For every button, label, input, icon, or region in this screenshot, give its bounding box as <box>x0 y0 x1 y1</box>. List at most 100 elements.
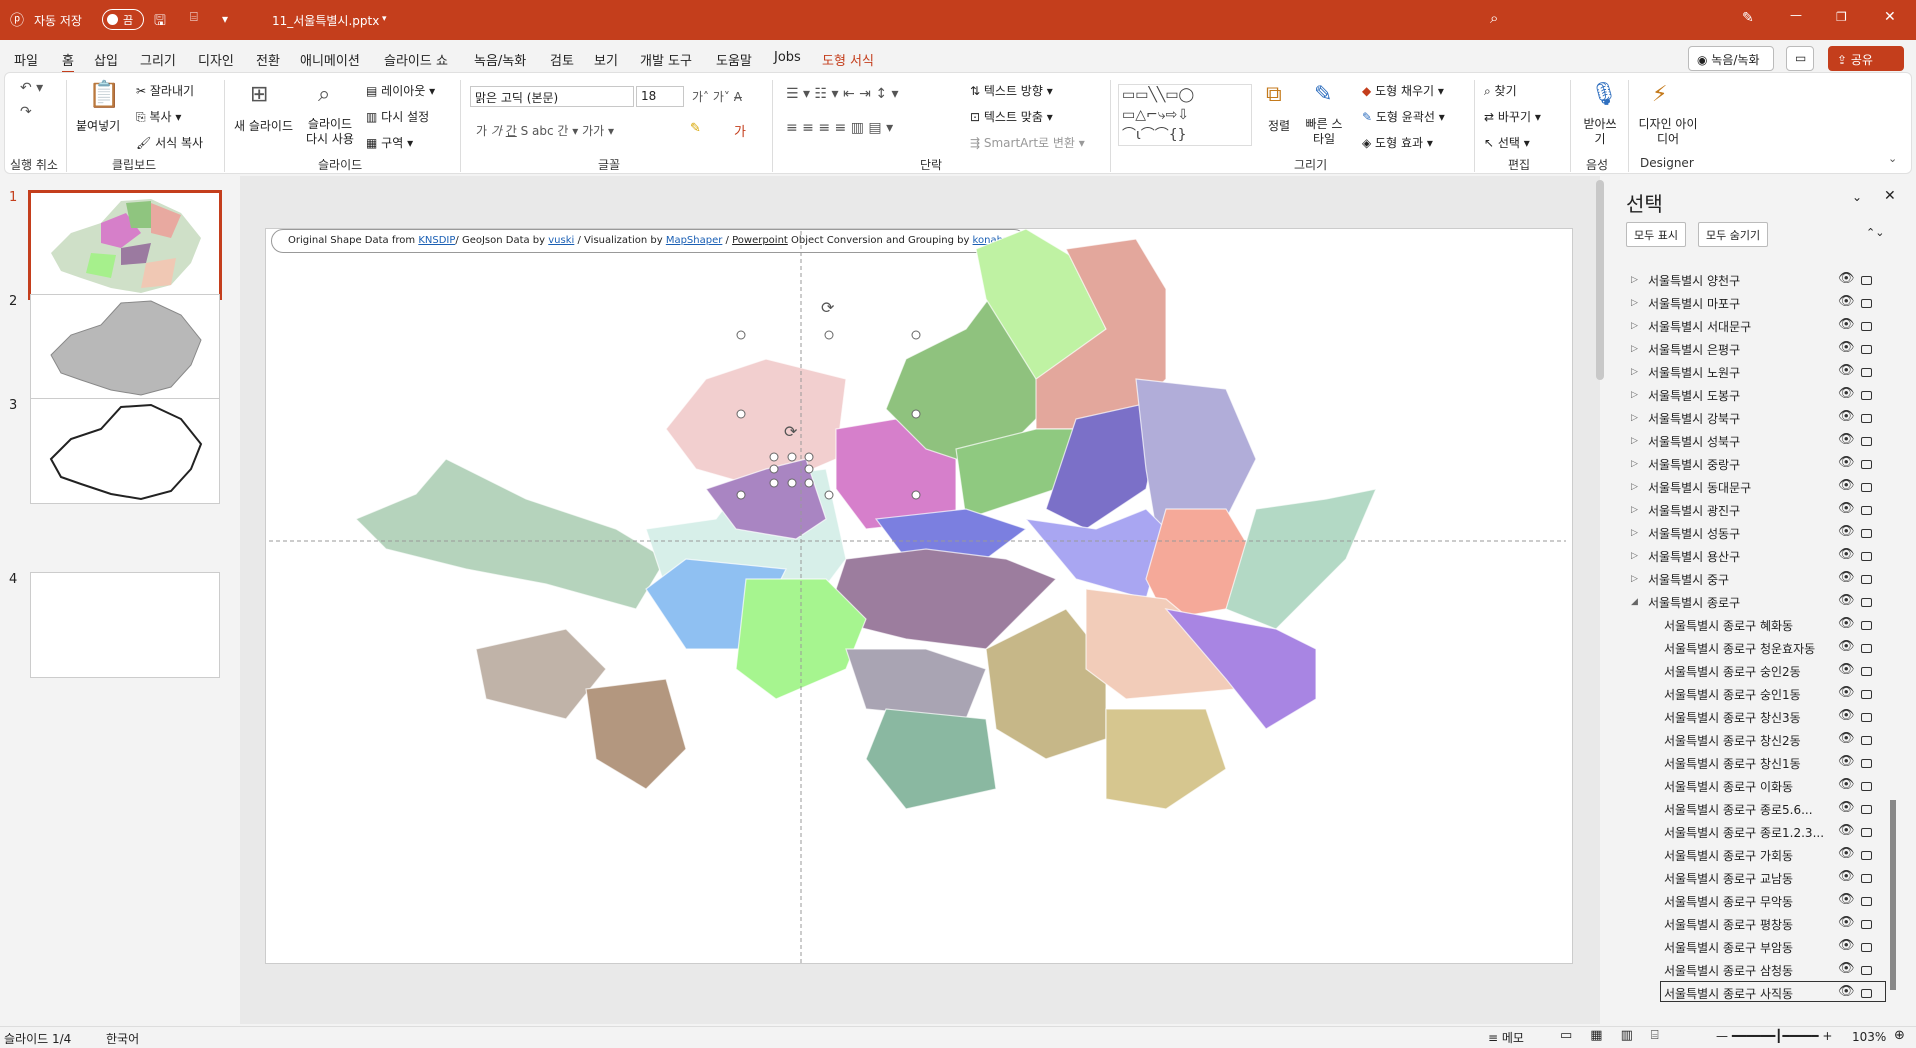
selection-item[interactable]: 서울특별시 양천구 <box>1648 272 1740 289</box>
format-painter-button[interactable]: 🖌 서식 복사 <box>136 134 203 151</box>
slide-thumbnail[interactable] <box>30 572 220 678</box>
tab-view[interactable]: 보기 <box>594 50 618 69</box>
visibility-eye-icon[interactable]: 👁 <box>1838 616 1855 631</box>
section-button[interactable]: ▦ 구역 ▾ <box>366 134 413 151</box>
reuse-slide-button[interactable]: 슬라이드 다시 사용 <box>304 117 356 147</box>
selection-item[interactable]: 서울특별시 중랑구 <box>1648 456 1740 473</box>
quick-styles-button[interactable]: 빠른 스타일 <box>1302 117 1346 147</box>
comments-button[interactable]: ▭ <box>1786 46 1814 71</box>
slide[interactable]: Original Shape Data from KNSDIP/ GeoJson… <box>265 228 1573 964</box>
lock-icon[interactable] <box>1861 782 1872 791</box>
show-all-button[interactable]: 모두 표시 <box>1626 222 1686 247</box>
new-slide-button[interactable]: 새 슬라이드 <box>234 117 293 134</box>
paste-button[interactable]: 붙여넣기 <box>76 117 120 134</box>
visibility-eye-icon[interactable]: 👁 <box>1838 639 1855 654</box>
selection-child-item[interactable]: 서울특별시 종로구 무악동 <box>1664 893 1793 910</box>
design-ideas-icon[interactable]: ⚡ <box>1652 82 1667 107</box>
smartart-button[interactable]: ⇶ SmartArt로 변환 ▾ <box>970 134 1085 151</box>
selection-child-item[interactable]: 서울특별시 종로구 삼청동 <box>1664 962 1793 979</box>
highlight-icon[interactable]: ✎ <box>690 121 701 136</box>
expand-toggle-icon[interactable]: ▷ <box>1631 459 1638 469</box>
lock-icon[interactable] <box>1861 966 1872 975</box>
autosave-toggle[interactable]: 끔 <box>102 9 144 30</box>
lock-icon[interactable] <box>1861 736 1872 745</box>
selection-item[interactable]: 서울특별시 강북구 <box>1648 410 1740 427</box>
expand-toggle-icon[interactable]: ▷ <box>1631 298 1638 308</box>
visibility-eye-icon[interactable]: 👁 <box>1838 708 1855 723</box>
selection-item[interactable]: 서울특별시 중구 <box>1648 571 1729 588</box>
selection-item[interactable]: 서울특별시 노원구 <box>1648 364 1740 381</box>
close-icon[interactable]: ✕ <box>1884 9 1896 25</box>
tab-shape-format[interactable]: 도형 서식 <box>822 50 874 69</box>
font-name-select[interactable]: 맑은 고딕 (본문) <box>470 86 634 107</box>
expand-toggle-icon[interactable]: ▷ <box>1631 275 1638 285</box>
tab-home[interactable]: 홈 <box>62 50 74 74</box>
visibility-eye-icon[interactable]: 👁 <box>1838 823 1855 838</box>
lock-icon[interactable] <box>1861 299 1872 308</box>
selection-item[interactable]: 서울특별시 서대문구 <box>1648 318 1751 335</box>
selection-child-item[interactable]: 서울특별시 종로구 부암동 <box>1664 939 1793 956</box>
expand-toggle-icon[interactable]: ◢ <box>1631 597 1638 607</box>
expand-toggle-icon[interactable]: ▷ <box>1631 390 1638 400</box>
visibility-eye-icon[interactable]: 👁 <box>1838 547 1855 562</box>
find-button[interactable]: ⌕ 찾기 <box>1484 82 1517 99</box>
visibility-eye-icon[interactable]: 👁 <box>1838 915 1855 930</box>
lock-icon[interactable] <box>1861 345 1872 354</box>
microphone-icon[interactable]: 🎙 <box>1590 82 1618 107</box>
visibility-eye-icon[interactable]: 👁 <box>1838 938 1855 953</box>
visibility-eye-icon[interactable]: 👁 <box>1838 961 1855 976</box>
tab-transitions[interactable]: 전환 <box>256 50 280 69</box>
selection-child-item[interactable]: 서울특별시 종로구 숭인1동 <box>1664 686 1801 703</box>
slide-thumbnail[interactable] <box>28 190 222 300</box>
lock-icon[interactable] <box>1861 598 1872 607</box>
lock-icon[interactable] <box>1861 276 1872 285</box>
lock-icon[interactable] <box>1861 805 1872 814</box>
visibility-eye-icon[interactable]: 👁 <box>1838 754 1855 769</box>
pen-icon[interactable]: ✎ <box>1742 10 1754 26</box>
visibility-eye-icon[interactable]: 👁 <box>1838 271 1855 286</box>
lock-icon[interactable] <box>1861 713 1872 722</box>
arrange-icon[interactable]: ⧉ <box>1266 82 1282 107</box>
pane-options-icon[interactable]: ⌄ <box>1852 190 1862 204</box>
visibility-eye-icon[interactable]: 👁 <box>1838 317 1855 332</box>
visibility-eye-icon[interactable]: 👁 <box>1838 386 1855 401</box>
shapes-gallery[interactable]: ▭▭╲╲▭◯ ▭△⌐⤷⇨⇩ ⌒ɩ⌒⌒{} <box>1118 84 1252 146</box>
lock-icon[interactable] <box>1861 644 1872 653</box>
selection-item[interactable]: 서울특별시 도봉구 <box>1648 387 1740 404</box>
visibility-eye-icon[interactable]: 👁 <box>1838 478 1855 493</box>
visibility-eye-icon[interactable]: 👁 <box>1838 869 1855 884</box>
expand-toggle-icon[interactable]: ▷ <box>1631 344 1638 354</box>
lock-icon[interactable] <box>1861 690 1872 699</box>
selection-child-item[interactable]: 서울특별시 종로구 창신1동 <box>1664 755 1801 772</box>
minimize-icon[interactable]: — <box>1790 8 1802 22</box>
visibility-eye-icon[interactable]: 👁 <box>1838 685 1855 700</box>
hide-all-button[interactable]: 모두 숨기기 <box>1698 222 1769 247</box>
selection-item[interactable]: 서울특별시 마포구 <box>1648 295 1740 312</box>
cut-button[interactable]: ✂ 잘라내기 <box>136 82 194 99</box>
rotate-handle-icon[interactable]: ⟳ <box>784 422 798 441</box>
vertical-scrollbar[interactable] <box>1596 180 1604 380</box>
zoom-level[interactable]: 103% <box>1852 1030 1886 1044</box>
visibility-eye-icon[interactable]: 👁 <box>1838 455 1855 470</box>
lock-icon[interactable] <box>1861 874 1872 883</box>
share-button[interactable]: ⇪ 공유 <box>1828 46 1904 71</box>
visibility-eye-icon[interactable]: 👁 <box>1838 340 1855 355</box>
tab-slideshow[interactable]: 슬라이드 쇼 <box>384 50 448 69</box>
font-color-icon[interactable]: 가 <box>734 121 746 140</box>
filename-chevron-icon[interactable]: ▾ <box>382 14 387 24</box>
bullets-icon[interactable]: ☰ ▾ ☷ ▾ ⇤ ⇥ ↕ ▾ <box>786 86 899 102</box>
visibility-eye-icon[interactable]: 👁 <box>1838 846 1855 861</box>
lock-icon[interactable] <box>1861 368 1872 377</box>
expand-toggle-icon[interactable]: ▷ <box>1631 436 1638 446</box>
lock-icon[interactable] <box>1861 506 1872 515</box>
selection-child-item[interactable]: 서울특별시 종로구 청운효자동 <box>1664 640 1815 657</box>
shape-outline-button[interactable]: ✎ 도형 윤곽선 ▾ <box>1362 108 1445 125</box>
bring-forward-icon[interactable]: ⌃⌄ <box>1866 226 1884 239</box>
present-icon[interactable]: ⌸ <box>190 10 198 25</box>
selection-child-item[interactable]: 서울특별시 종로구 이화동 <box>1664 778 1793 795</box>
visibility-eye-icon[interactable]: 👁 <box>1838 570 1855 585</box>
tab-help[interactable]: 도움말 <box>716 50 752 69</box>
filename[interactable]: 11_서울특별시.pptx <box>272 12 379 29</box>
fit-slide-icon[interactable]: ⊕ <box>1894 1028 1905 1043</box>
lock-icon[interactable] <box>1861 920 1872 929</box>
